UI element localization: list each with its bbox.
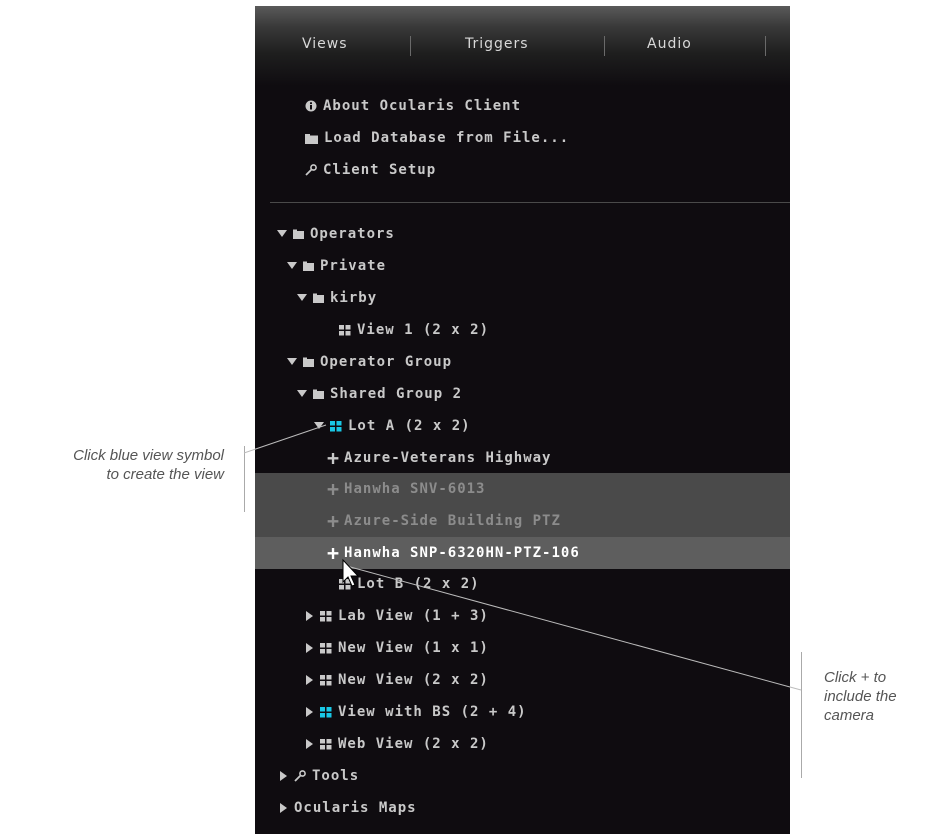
- tree-item-view-with-bs[interactable]: View with BS (2 + 4): [255, 697, 790, 727]
- callout-right-bracket: [801, 652, 802, 778]
- tree-item-lot-a[interactable]: Lot A (2 x 2): [255, 411, 790, 441]
- tree-item-hanwha-snv-6013[interactable]: + Hanwha SNV-6013: [255, 473, 790, 505]
- callout-left: Click blue view symbol to create the vie…: [0, 446, 224, 484]
- menu-client-setup[interactable]: Client Setup: [305, 160, 436, 180]
- wrench-icon: [294, 770, 306, 782]
- callout-right-line-1: Click + to: [824, 669, 887, 686]
- callout-right-line-2: include the: [824, 688, 897, 705]
- tree-item-label: New View (1 x 1): [338, 640, 489, 656]
- plus-icon[interactable]: +: [327, 511, 340, 531]
- grid-view-icon[interactable]: [339, 324, 351, 336]
- tree-item-lab-view[interactable]: Lab View (1 + 3): [255, 601, 790, 631]
- folder-icon: [305, 133, 318, 144]
- tab-views[interactable]: Views: [302, 36, 348, 52]
- tree-item-label: kirby: [330, 290, 378, 306]
- tree-item-label: Lot B (2 x 2): [357, 576, 480, 592]
- callout-left-bracket: [244, 446, 245, 512]
- menu-divider: [270, 202, 790, 203]
- callout-left-line-1: Click blue view symbol: [73, 447, 224, 464]
- tree-item-operator-group[interactable]: Operator Group: [255, 347, 790, 377]
- tree-item-new-view-2x2[interactable]: New View (2 x 2): [255, 665, 790, 695]
- tree-item-label: Ocularis Maps: [294, 800, 417, 816]
- plus-icon[interactable]: +: [327, 543, 340, 563]
- menu-about-label: About Ocularis Client: [323, 98, 522, 114]
- tree-item-label: Operators: [310, 226, 395, 242]
- tree-item-label: Lab View (1 + 3): [338, 608, 489, 624]
- folder-icon: [313, 293, 324, 303]
- tree-item-shared-group-2[interactable]: Shared Group 2: [255, 379, 790, 409]
- menu-load-database-label: Load Database from File...: [324, 130, 570, 146]
- menu-client-setup-label: Client Setup: [323, 162, 437, 178]
- tree-item-hanwha-snp-6320hn-ptz-106[interactable]: + Hanwha SNP-6320HN-PTZ-106: [255, 537, 790, 569]
- client-panel: Views Triggers Audio About Ocularis Clie…: [255, 6, 790, 834]
- plus-icon[interactable]: +: [327, 448, 340, 468]
- tab-triggers[interactable]: Triggers: [465, 36, 529, 52]
- wrench-icon: [305, 164, 317, 176]
- tree-item-operators[interactable]: Operators: [255, 219, 790, 249]
- expanded-arrow-icon[interactable]: [297, 294, 307, 302]
- tab-separator: [765, 36, 766, 56]
- collapsed-arrow-icon[interactable]: [306, 611, 314, 621]
- grid-view-icon[interactable]: [320, 642, 332, 654]
- blue-grid-view-icon[interactable]: [330, 420, 342, 432]
- folder-icon: [313, 389, 324, 399]
- tab-separator: [604, 36, 605, 56]
- tree-item-lot-b[interactable]: Lot B (2 x 2): [255, 569, 790, 599]
- tree-item-label: Operator Group: [320, 354, 453, 370]
- tree-item-label: Hanwha SNV-6013: [344, 481, 486, 497]
- collapsed-arrow-icon[interactable]: [280, 771, 288, 781]
- tree-item-web-view[interactable]: Web View (2 x 2): [255, 729, 790, 759]
- expanded-arrow-icon[interactable]: [277, 230, 287, 238]
- folder-icon: [303, 357, 314, 367]
- menu-load-database[interactable]: Load Database from File...: [305, 128, 569, 148]
- tree-item-new-view-1x1[interactable]: New View (1 x 1): [255, 633, 790, 663]
- collapsed-arrow-icon[interactable]: [280, 803, 288, 813]
- collapsed-arrow-icon[interactable]: [306, 643, 314, 653]
- tree-item-label: Hanwha SNP-6320HN-PTZ-106: [344, 545, 580, 561]
- tree-item-tools[interactable]: Tools: [255, 761, 790, 791]
- tree-item-label: New View (2 x 2): [338, 672, 489, 688]
- tree-item-label: Azure-Veterans Highway: [344, 450, 552, 466]
- tab-bar: Views Triggers Audio: [255, 6, 790, 86]
- collapsed-arrow-icon[interactable]: [306, 707, 314, 717]
- tree-item-kirby[interactable]: kirby: [255, 283, 790, 313]
- grid-view-icon[interactable]: [320, 738, 332, 750]
- expanded-arrow-icon[interactable]: [287, 262, 297, 270]
- tree-item-label: Private: [320, 258, 387, 274]
- tree-item-label: View 1 (2 x 2): [357, 322, 490, 338]
- plus-icon[interactable]: +: [327, 479, 340, 499]
- tree-item-label: Web View (2 x 2): [338, 736, 489, 752]
- tree-item-ocularis-maps[interactable]: Ocularis Maps: [255, 793, 790, 823]
- tree-item-view-1[interactable]: View 1 (2 x 2): [255, 315, 790, 345]
- grid-view-icon[interactable]: [320, 610, 332, 622]
- tree-item-label: Tools: [312, 768, 360, 784]
- grid-view-icon[interactable]: [339, 578, 351, 590]
- grid-view-icon[interactable]: [320, 674, 332, 686]
- callout-right-line-3: camera: [824, 707, 875, 724]
- expanded-arrow-icon[interactable]: [287, 358, 297, 366]
- folder-icon: [303, 261, 314, 271]
- collapsed-arrow-icon[interactable]: [306, 739, 314, 749]
- blue-grid-view-icon[interactable]: [320, 706, 332, 718]
- tree-item-label: Azure-Side Building PTZ: [344, 513, 561, 529]
- tree-item-label: Shared Group 2: [330, 386, 463, 402]
- menu-about[interactable]: About Ocularis Client: [305, 96, 521, 116]
- info-icon: [305, 100, 317, 112]
- callout-left-line-2: to create the view: [106, 466, 224, 483]
- tree-item-label: Lot A (2 x 2): [348, 418, 471, 434]
- tree-item-azure-side-building-ptz[interactable]: + Azure-Side Building PTZ: [255, 505, 790, 537]
- folder-icon: [293, 229, 304, 239]
- callout-right: Click + to include the camera: [824, 668, 928, 725]
- collapsed-arrow-icon[interactable]: [306, 675, 314, 685]
- tree-item-azure-veterans-highway[interactable]: + Azure-Veterans Highway: [255, 443, 790, 473]
- expanded-arrow-icon[interactable]: [297, 390, 307, 398]
- tree-item-private[interactable]: Private: [255, 251, 790, 281]
- tab-separator: [410, 36, 411, 56]
- tree-item-label: View with BS (2 + 4): [338, 704, 527, 720]
- expanded-arrow-icon[interactable]: [314, 422, 324, 430]
- tab-audio[interactable]: Audio: [647, 36, 692, 52]
